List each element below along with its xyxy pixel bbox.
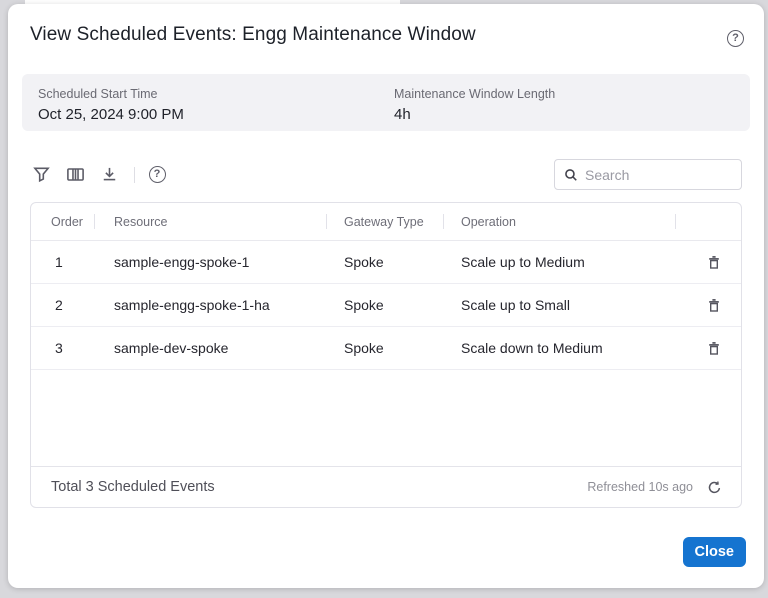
cell-resource: sample-dev-spoke xyxy=(94,327,326,369)
table-help-button[interactable]: ? xyxy=(146,164,168,186)
filter-icon xyxy=(33,166,50,183)
refreshed-ago-text: Refreshed 10s ago xyxy=(587,480,693,494)
summary-label: Scheduled Start Time xyxy=(38,87,394,101)
toolbar-divider xyxy=(134,167,135,183)
refresh-icon xyxy=(707,480,722,495)
dialog-header: View Scheduled Events: Engg Maintenance … xyxy=(8,4,764,47)
cell-resource: sample-engg-spoke-1-ha xyxy=(94,284,326,326)
table-row: 3 sample-dev-spoke Spoke Scale down to M… xyxy=(31,327,741,370)
cell-gateway-type: Spoke xyxy=(326,284,443,326)
delete-row-button[interactable] xyxy=(703,251,725,273)
delete-row-button[interactable] xyxy=(703,294,725,316)
table-row: 2 sample-engg-spoke-1-ha Spoke Scale up … xyxy=(31,284,741,327)
cell-operation: Scale up to Medium xyxy=(443,241,675,283)
columns-icon xyxy=(66,166,85,183)
dialog-title: View Scheduled Events: Engg Maintenance … xyxy=(30,24,476,46)
cell-operation: Scale up to Small xyxy=(443,284,675,326)
column-header-resource: Resource xyxy=(94,203,326,240)
column-header-actions xyxy=(675,203,742,240)
download-button[interactable] xyxy=(98,164,120,186)
summary-value: Oct 25, 2024 9:00 PM xyxy=(38,106,394,123)
table-body: 1 sample-engg-spoke-1 Spoke Scale up to … xyxy=(31,241,741,370)
trash-icon xyxy=(706,340,722,357)
columns-button[interactable] xyxy=(64,164,86,186)
table-empty-space xyxy=(31,370,741,466)
table-header-row: Order Resource Gateway Type Operation xyxy=(31,203,741,241)
dialog-footer: Close xyxy=(8,508,764,567)
scheduled-events-dialog: View Scheduled Events: Engg Maintenance … xyxy=(8,4,764,588)
cell-order: 2 xyxy=(31,284,94,326)
table-footer: Total 3 Scheduled Events Refreshed 10s a… xyxy=(31,466,741,507)
filter-button[interactable] xyxy=(30,164,52,186)
refresh-button[interactable] xyxy=(705,478,723,496)
summary-field-start-time: Scheduled Start Time Oct 25, 2024 9:00 P… xyxy=(38,87,394,116)
table-row: 1 sample-engg-spoke-1 Spoke Scale up to … xyxy=(31,241,741,284)
cell-order: 3 xyxy=(31,327,94,369)
cell-resource: sample-engg-spoke-1 xyxy=(94,241,326,283)
trash-icon xyxy=(706,254,722,271)
column-header-order: Order xyxy=(31,203,94,240)
cell-gateway-type: Spoke xyxy=(326,241,443,283)
close-button[interactable]: Close xyxy=(683,537,747,567)
total-events-text: Total 3 Scheduled Events xyxy=(51,479,215,495)
search-icon xyxy=(564,168,578,182)
column-header-operation: Operation xyxy=(443,203,675,240)
table-toolbar: ? xyxy=(30,159,742,190)
summary-field-window-length: Maintenance Window Length 4h xyxy=(394,87,750,116)
trash-icon xyxy=(706,297,722,314)
delete-row-button[interactable] xyxy=(703,337,725,359)
cell-order: 1 xyxy=(31,241,94,283)
help-icon: ? xyxy=(149,166,166,183)
download-icon xyxy=(101,166,118,183)
help-icon[interactable]: ? xyxy=(727,30,744,47)
column-header-gateway-type: Gateway Type xyxy=(326,203,443,240)
summary-value: 4h xyxy=(394,106,750,123)
maintenance-summary-panel: Scheduled Start Time Oct 25, 2024 9:00 P… xyxy=(22,74,750,131)
cell-gateway-type: Spoke xyxy=(326,327,443,369)
search-input[interactable] xyxy=(585,167,733,183)
cell-operation: Scale down to Medium xyxy=(443,327,675,369)
search-box xyxy=(554,159,742,190)
scheduled-events-table: Order Resource Gateway Type Operation 1 … xyxy=(30,202,742,508)
summary-label: Maintenance Window Length xyxy=(394,87,750,101)
